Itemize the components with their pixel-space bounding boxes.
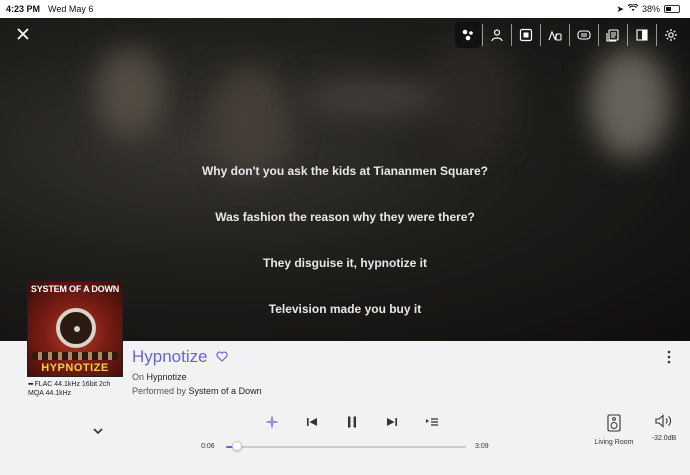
- toolbar-divider: [656, 24, 657, 46]
- album-art-title: HYPNOTIZE: [41, 362, 109, 374]
- zone-button[interactable]: Living Room: [593, 414, 635, 446]
- now-playing-toolbar: [455, 22, 684, 48]
- volume-label: -32.0dB: [651, 435, 677, 442]
- seek-track[interactable]: [226, 446, 466, 448]
- review-icon: [606, 29, 619, 42]
- track-info-button[interactable]: [542, 22, 568, 48]
- close-icon: [17, 28, 29, 40]
- skip-forward-icon: [387, 418, 397, 426]
- toolbar-divider: [598, 24, 599, 46]
- wifi-icon: [627, 3, 639, 14]
- visualizer-button[interactable]: [455, 22, 481, 48]
- more-options-button[interactable]: [663, 350, 675, 364]
- battery-fill: [666, 7, 671, 11]
- track-title[interactable]: Hypnotize: [132, 347, 208, 367]
- gear-icon: [665, 29, 677, 41]
- artist-link[interactable]: System of a Down: [189, 386, 262, 396]
- pause-button[interactable]: [342, 413, 362, 431]
- queue-button[interactable]: [422, 413, 442, 431]
- status-bar: 4:23 PM Wed May 6 ➤ 38%: [0, 0, 690, 18]
- elapsed-time: 0:06: [201, 443, 215, 450]
- battery-percent: 38%: [641, 4, 660, 14]
- more-vertical-icon: [667, 350, 671, 364]
- album-art-figures: [32, 352, 118, 360]
- visualizer-icon: [462, 29, 473, 41]
- next-button[interactable]: [382, 413, 402, 431]
- artist-line: Performed by System of a Down: [132, 386, 262, 396]
- album-square-icon: [519, 28, 533, 42]
- format-line-1: FLAC 44.1kHz 16bit 2ch: [34, 381, 111, 388]
- album-info-button[interactable]: [513, 22, 539, 48]
- settings-button[interactable]: [658, 22, 684, 48]
- zone-label: Living Room: [594, 439, 634, 446]
- quality-icon: ▪▪▪: [28, 381, 34, 388]
- album-line: On Hypnotize: [132, 372, 187, 382]
- volume-button[interactable]: -32.0dB: [647, 414, 681, 442]
- toolbar-divider: [482, 24, 483, 46]
- person-icon: [491, 29, 503, 42]
- previous-button[interactable]: [302, 413, 322, 431]
- playback-controls: [262, 413, 442, 431]
- lyric-line: Why don't you ask the kids at Tiananmen …: [201, 164, 489, 178]
- lyric-line: Was fashion the reason why they were the…: [215, 210, 475, 224]
- close-button[interactable]: [12, 24, 34, 46]
- album-art-wheel: [56, 308, 96, 348]
- favorite-button[interactable]: [216, 351, 228, 365]
- queue-icon: [426, 418, 438, 426]
- toolbar-divider: [569, 24, 570, 46]
- toolbar-divider: [540, 24, 541, 46]
- seek-handle[interactable]: [231, 441, 242, 451]
- format-info: ▪▪▪ FLAC 44.1kHz 16bit 2ch MQA 44.1kHz: [28, 380, 110, 398]
- review-button[interactable]: [600, 22, 626, 48]
- total-time: 3:09: [475, 443, 489, 450]
- album-prefix: On: [132, 372, 145, 382]
- artist-prefix: Performed by: [132, 386, 187, 396]
- battery-icon: [664, 5, 680, 13]
- volume-icon: [655, 414, 671, 428]
- booklet-button[interactable]: [629, 22, 655, 48]
- location-icon: ➤: [616, 3, 624, 14]
- heart-icon: [216, 351, 228, 362]
- format-line-2: MQA 44.1kHz: [28, 390, 72, 397]
- toolbar-divider: [627, 24, 628, 46]
- album-art-band: SYSTEM OF A DOWN: [30, 284, 120, 294]
- album-link[interactable]: Hypnotize: [147, 372, 187, 382]
- collapse-button[interactable]: [93, 424, 103, 438]
- chevron-down-icon: [93, 428, 103, 435]
- music-note-alt-icon: [548, 30, 562, 41]
- status-time: 4:23 PM: [6, 4, 41, 14]
- sparkle-icon: [265, 415, 279, 429]
- speaker-icon: [607, 414, 621, 432]
- pause-icon: [348, 416, 356, 428]
- album-art[interactable]: SYSTEM OF A DOWN HYPNOTIZE: [27, 281, 123, 377]
- status-date: Wed May 6: [48, 4, 94, 14]
- artist-info-button[interactable]: [484, 22, 510, 48]
- toolbar-divider: [511, 24, 512, 46]
- credits-button[interactable]: [571, 22, 597, 48]
- booklet-icon: [636, 29, 648, 41]
- visualizer-toggle-button[interactable]: [262, 413, 282, 431]
- skip-back-icon: [307, 418, 317, 426]
- credits-icon: [577, 30, 591, 40]
